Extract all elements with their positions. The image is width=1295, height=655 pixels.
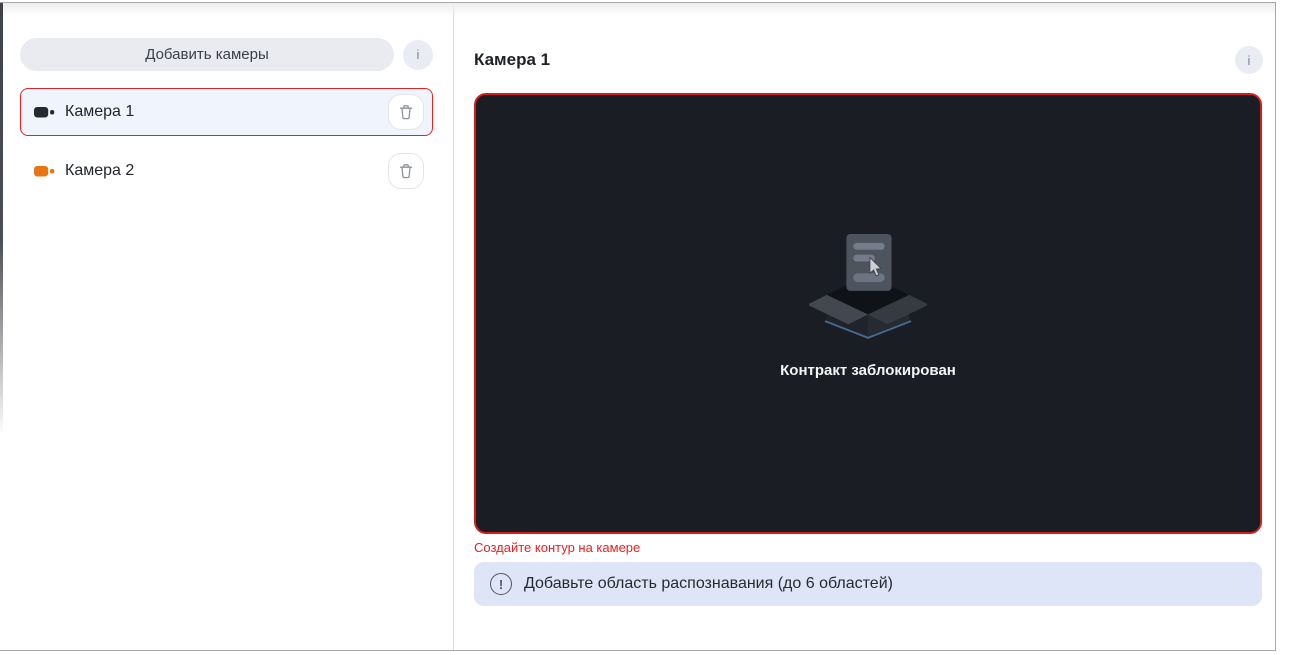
recognition-area-notice: ! Добавьте область распознавания (до 6 о…: [474, 562, 1262, 606]
delete-camera-button[interactable]: [388, 153, 424, 189]
placeholder-text: Контракт заблокирован: [780, 362, 956, 379]
exclamation-circle-icon: !: [490, 573, 512, 595]
camera-list-item-2[interactable]: Камера 2: [20, 147, 433, 195]
sidebar-info-icon[interactable]: i: [403, 39, 433, 70]
panel-info-icon[interactable]: i: [1235, 46, 1263, 74]
validation-error-text: Создайте контур на камере: [474, 540, 641, 555]
delete-camera-button[interactable]: [388, 94, 424, 130]
video-camera-icon: [34, 163, 56, 179]
camera-detail-panel: Камера 1 i Контракт заблокирован Создайт…: [454, 3, 1275, 650]
sidebar-toolbar: Добавить камеры i: [20, 38, 433, 71]
blocked-contract-placeholder: Контракт заблокирован: [780, 234, 956, 379]
camera-name: Камера 1: [65, 103, 135, 120]
page-title: Камера 1: [474, 50, 551, 69]
camera-sidebar: Добавить камеры i Камера 1 Камера 2: [0, 3, 454, 650]
open-box-icon: [809, 234, 927, 339]
add-cameras-button[interactable]: Добавить камеры: [20, 38, 394, 71]
camera-name: Камера 2: [65, 162, 135, 179]
left-scrollbar-shadow[interactable]: [0, 3, 3, 435]
document-in-box: [846, 234, 892, 291]
video-camera-icon: [34, 104, 56, 120]
camera-detail-header: Камера 1 i: [474, 46, 1263, 74]
app-window: Добавить камеры i Камера 1 Камера 2 Каме…: [0, 2, 1276, 651]
notice-text: Добавьте область распознавания (до 6 обл…: [524, 575, 893, 592]
camera-list: Камера 1 Камера 2: [20, 88, 433, 195]
camera-list-item-1[interactable]: Камера 1: [20, 88, 433, 136]
camera-preview-area[interactable]: Контракт заблокирован: [474, 93, 1262, 534]
